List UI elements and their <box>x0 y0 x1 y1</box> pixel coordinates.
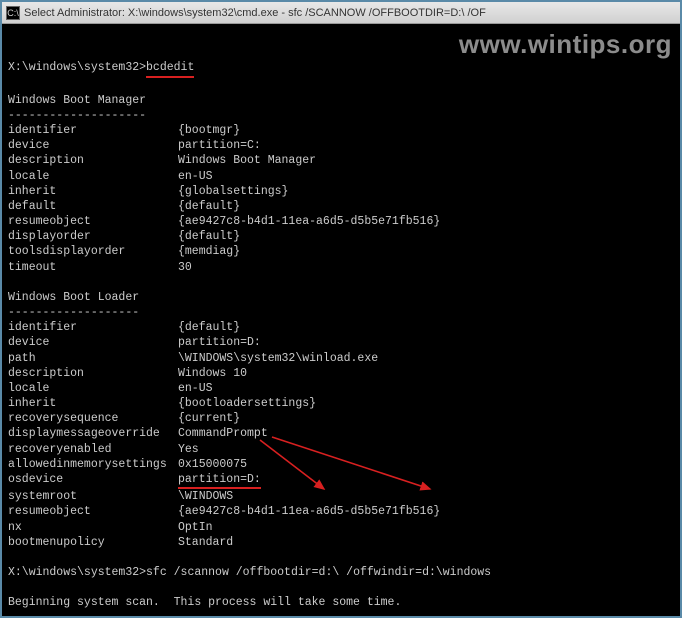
kv-row: inherit{bootloadersettings} <box>8 396 674 411</box>
kv-row: toolsdisplayorder{memdiag} <box>8 244 674 259</box>
kv-row: displaymessageoverrideCommandPrompt <box>8 426 674 441</box>
kv-row: identifier{default} <box>8 320 674 335</box>
kv-row: recoverysequence{current} <box>8 411 674 426</box>
divider: -------------------- <box>8 109 146 122</box>
command-bcdedit: bcdedit <box>146 60 194 77</box>
kv-row: timeout30 <box>8 260 674 275</box>
kv-row: displayorder{default} <box>8 229 674 244</box>
section-header-boot-manager: Windows Boot Manager <box>8 94 146 107</box>
kv-row: localeen-US <box>8 381 674 396</box>
kv-row: nxOptIn <box>8 520 674 535</box>
kv-row: osdevicepartition=D: <box>8 472 674 489</box>
kv-row: recoveryenabledYes <box>8 442 674 457</box>
kv-row: bootmenupolicyStandard <box>8 535 674 550</box>
scan-begin-text: Beginning system scan. This process will… <box>8 596 401 609</box>
kv-row: resumeobject{ae9427c8-b4d1-11ea-a6d5-d5b… <box>8 214 674 229</box>
window-titlebar[interactable]: C:\ Select Administrator: X:\windows\sys… <box>2 2 680 24</box>
kv-row: localeen-US <box>8 169 674 184</box>
kv-row: resumeobject{ae9427c8-b4d1-11ea-a6d5-d5b… <box>8 504 674 519</box>
kv-row: inherit{globalsettings} <box>8 184 674 199</box>
kv-row: devicepartition=D: <box>8 335 674 350</box>
kv-row: allowedinmemorysettings0x15000075 <box>8 457 674 472</box>
section-header-boot-loader: Windows Boot Loader <box>8 291 139 304</box>
window-title: Select Administrator: X:\windows\system3… <box>24 7 486 19</box>
kv-row: path\WINDOWS\system32\winload.exe <box>8 351 674 366</box>
kv-row: systemroot\WINDOWS <box>8 489 674 504</box>
kv-row: default{default} <box>8 199 674 214</box>
kv-row: identifier{bootmgr} <box>8 123 674 138</box>
command-sfc: sfc /scannow /offbootdir=d:\ /offwindir=… <box>146 566 491 579</box>
divider: ------------------- <box>8 306 139 319</box>
prompt-path-2: X:\windows\system32> <box>8 566 146 579</box>
watermark-text: www.wintips.org <box>459 27 672 61</box>
prompt-path-1: X:\windows\system32> <box>8 61 146 74</box>
kv-row: devicepartition=C: <box>8 138 674 153</box>
console-output[interactable]: www.wintips.org X:\windows\system32>bcde… <box>2 24 680 616</box>
kv-row: descriptionWindows Boot Manager <box>8 153 674 168</box>
kv-row: descriptionWindows 10 <box>8 366 674 381</box>
cmd-icon: C:\ <box>6 6 20 20</box>
